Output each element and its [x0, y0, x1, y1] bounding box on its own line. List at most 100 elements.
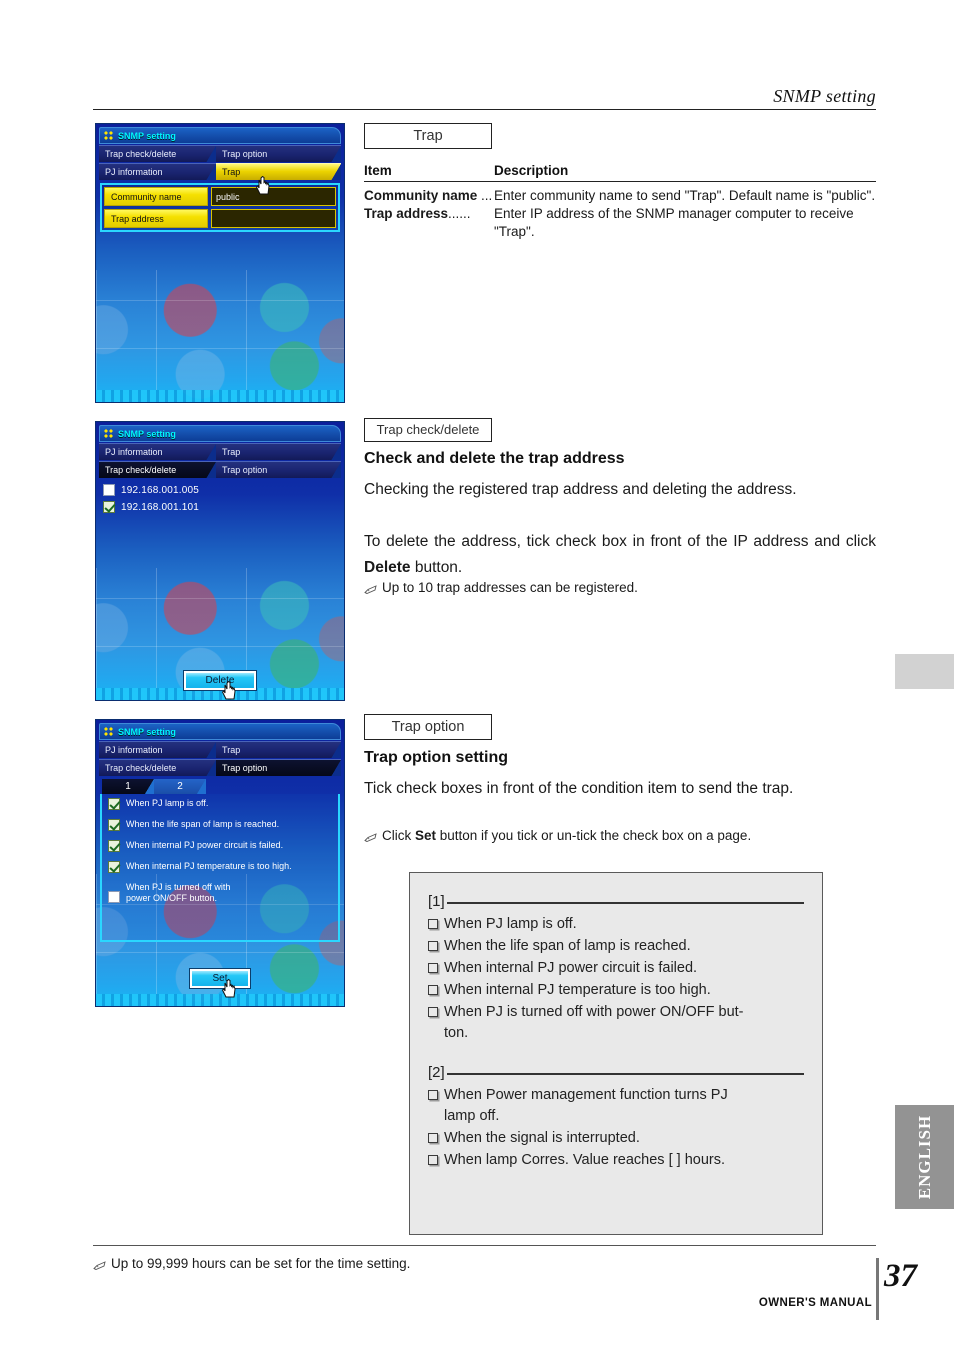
tab-trap-active[interactable]: Trap — [216, 163, 341, 180]
footer-divider — [93, 1245, 876, 1246]
list-item: When the life span of lamp is reached. — [428, 936, 804, 957]
checkbox-option-4[interactable] — [108, 861, 120, 873]
list-item: When Power management function turns PJ … — [428, 1085, 804, 1127]
subtab-page-2[interactable]: 2 — [154, 779, 206, 794]
group2-rule — [446, 1072, 804, 1075]
note-bold-set: Set — [415, 828, 437, 843]
address-label: 192.168.001.005 — [121, 484, 200, 496]
tab-trap-option-active[interactable]: Trap option — [216, 759, 341, 776]
tab-pj-information[interactable]: PJ information — [99, 443, 217, 460]
item-description-table: Item Description Community name ... Ente… — [364, 163, 876, 241]
panel2-titlebar: SNMP setting — [99, 425, 341, 442]
checkbox-glyph-icon — [428, 941, 438, 951]
item-text: When PJ lamp is off. — [444, 916, 577, 932]
option-label: When internal PJ power circuit is failed… — [126, 840, 284, 850]
panel1-window-title: SNMP setting — [118, 130, 176, 141]
screenshot-panel-trap-option: SNMP setting PJ information Trap Trap ch… — [95, 719, 345, 1007]
tab-trap-check-delete[interactable]: Trap check/delete — [99, 759, 217, 776]
leader-dots: ...... — [448, 206, 471, 221]
table-row: Trap address...... Enter IP address of t… — [364, 205, 876, 241]
page-title: SNMP setting — [773, 86, 876, 106]
checkbox-glyph-icon — [428, 1155, 438, 1165]
field-community-name: Community name public — [104, 187, 336, 206]
list-item: When PJ lamp is off. — [428, 914, 804, 935]
checkbox-option-3[interactable] — [108, 840, 120, 852]
section3-heading: Trap option setting — [364, 749, 508, 766]
note-pre: Click — [382, 828, 415, 843]
checkbox-glyph-icon — [428, 963, 438, 973]
column-header-item: Item — [364, 163, 392, 178]
item-text: When PJ is turned off with power ON/OFF … — [444, 1004, 744, 1041]
tab-trap-option[interactable]: Trap option — [216, 461, 341, 478]
table-header-row: Item Description — [364, 163, 876, 182]
callout-trap-option: Trap option — [364, 714, 492, 740]
footer-note: Up to 99,999 hours can be set for the ti… — [93, 1256, 410, 1274]
trap-address-list: 192.168.001.005 192.168.001.101 — [96, 478, 344, 513]
set-button[interactable]: Set — [189, 968, 251, 989]
app-dots-icon — [104, 131, 113, 140]
list-item: When PJ lamp is off. — [108, 798, 338, 810]
section2-paragraph-1: Checking the registered trap address and… — [364, 481, 797, 498]
list-item: When internal PJ power circuit is failed… — [108, 840, 338, 852]
section3-note-text: Click Set button if you tick or un-tick … — [382, 827, 751, 845]
panel3-tabrow-1: PJ information Trap — [99, 741, 341, 758]
column-header-description: Description — [494, 163, 569, 178]
pencil-icon — [364, 582, 377, 600]
option-label: When the life span of lamp is reached. — [126, 819, 280, 829]
tab-trap-check-delete-active[interactable]: Trap check/delete — [99, 461, 217, 478]
group1-rule — [446, 901, 804, 904]
panel3-titlebar: SNMP setting — [99, 723, 341, 740]
panel2-tabrow-1: PJ information Trap — [99, 443, 341, 460]
tab-trap-option[interactable]: Trap option — [216, 145, 341, 162]
footer-vertical-rule — [876, 1258, 879, 1320]
tab-trap[interactable]: Trap — [216, 741, 341, 758]
row-item-description: Enter IP address of the SNMP manager com… — [494, 206, 854, 239]
checkbox-glyph-icon — [428, 1133, 438, 1143]
checkbox-address-2[interactable] — [103, 501, 115, 513]
section2-paragraph-2: To delete the address, tick check box in… — [364, 529, 876, 581]
para2-pre: To delete the address, tick check box in… — [364, 533, 876, 550]
panel2-tabrow-2: Trap check/delete Trap option — [99, 461, 341, 478]
page-number: 37 — [884, 1258, 917, 1294]
para2-post: button. — [410, 559, 463, 576]
delete-button[interactable]: Delete — [182, 670, 258, 691]
panel3-window-title: SNMP setting — [118, 726, 176, 737]
item-text: When Power management function turns PJ … — [444, 1087, 728, 1124]
pencil-icon — [364, 830, 377, 848]
panel1-tabrow-2: PJ information Trap — [99, 163, 341, 180]
tab-pj-information[interactable]: PJ information — [99, 741, 217, 758]
footer-note-text: Up to 99,999 hours can be set for the ti… — [111, 1256, 411, 1271]
panel1-titlebar: SNMP setting — [99, 127, 341, 144]
tab-pj-information[interactable]: PJ information — [99, 163, 217, 180]
item-text: When internal PJ temperature is too high… — [444, 982, 711, 998]
checkbox-option-2[interactable] — [108, 819, 120, 831]
checkbox-glyph-icon — [428, 1007, 438, 1017]
checkbox-option-5[interactable] — [108, 891, 120, 903]
checkbox-option-1[interactable] — [108, 798, 120, 810]
side-language-label: ENGLISH — [914, 1114, 934, 1200]
list-item: 192.168.001.101 — [103, 501, 344, 513]
page-header: SNMP setting — [93, 86, 876, 110]
panel2-window-title: SNMP setting — [118, 428, 176, 439]
item-text: When internal PJ power circuit is failed… — [444, 960, 698, 976]
screenshot-panel-trap: SNMP setting Trap check/delete Trap opti… — [95, 123, 345, 403]
row-item-description: Enter community name to send "Trap". Def… — [494, 188, 876, 203]
list-item: When the signal is interrupted. — [428, 1128, 804, 1149]
section3-note: Click Set button if you tick or un-tick … — [364, 827, 880, 848]
pencil-icon — [93, 1259, 106, 1274]
option-label: When internal PJ temperature is too high… — [126, 861, 292, 871]
panel1-tabrow-1: Trap check/delete Trap option — [99, 145, 341, 162]
input-trap-address[interactable] — [211, 209, 336, 228]
para2-bold-delete: Delete — [364, 559, 411, 576]
tab-trap-check-delete[interactable]: Trap check/delete — [99, 145, 217, 162]
section2-note-text: Up to 10 trap addresses can be registere… — [382, 580, 638, 595]
item-text: When the signal is interrupted. — [444, 1130, 640, 1146]
input-community-name[interactable]: public — [211, 187, 336, 206]
subtab-page-1[interactable]: 1 — [102, 779, 154, 794]
list-item: When internal PJ temperature is too high… — [428, 980, 804, 1001]
trap-condition-reference-box: [1] When PJ lamp is off. When the life s… — [409, 872, 823, 1235]
tab-trap[interactable]: Trap — [216, 443, 341, 460]
group2-label: [2] — [428, 1064, 445, 1081]
checkbox-address-1[interactable] — [103, 484, 115, 496]
list-item: 192.168.001.005 — [103, 484, 344, 496]
